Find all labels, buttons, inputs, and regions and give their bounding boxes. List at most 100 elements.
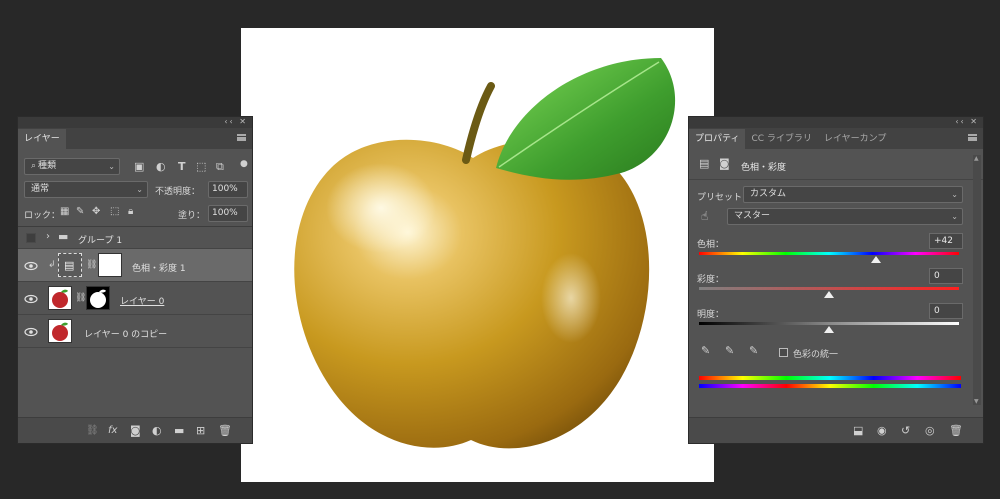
hue-label: 色相： (697, 240, 725, 250)
search-icon: ⌕ (31, 161, 37, 171)
lightness-input[interactable]: 0 (929, 303, 963, 319)
eye-icon[interactable] (24, 327, 38, 337)
trash-icon[interactable]: 🗑︎ (949, 425, 963, 437)
lightness-slider-track[interactable] (699, 322, 959, 325)
lock-move-icon[interactable]: ✥ (92, 206, 100, 218)
chevron-down-icon: ⌄ (108, 162, 115, 171)
adjustment-thumbnail[interactable]: ▤ (58, 253, 82, 277)
folder-icon: ▬ (58, 230, 69, 243)
saturation-value: 0 (934, 271, 940, 281)
lock-artboard-icon[interactable]: ⬚ (110, 206, 119, 218)
lock-transparent-icon[interactable]: ▦ (60, 206, 69, 218)
collapse-close-icons[interactable]: ‹‹ ✕ (224, 117, 248, 126)
smart-object-filter-icon[interactable]: ⧉ (216, 161, 224, 173)
eye-icon[interactable] (24, 261, 38, 271)
trash-icon[interactable]: 🗑︎ (218, 425, 232, 437)
properties-footer: ⬓ ◉ ↺ ◎ 🗑︎ (689, 417, 983, 443)
image-filter-icon[interactable]: ▣ (134, 161, 144, 173)
new-layer-icon[interactable]: ⊞ (196, 425, 205, 437)
filter-kind-select[interactable]: ⌕ 種類 ⌄ (24, 158, 120, 175)
properties-scrollbar[interactable]: ▲ ▼ (973, 155, 981, 405)
lock-all-icon[interactable]: 🔒︎ (128, 206, 133, 218)
colorize-label: 色彩の統一 (793, 350, 839, 360)
chevron-down-icon: ⌄ (951, 212, 958, 221)
properties-panel: ‹‹ ✕ プロパティ CC ライブラリ レイヤーカンプ ▤ ◙ 色相・彩度 プリ… (688, 116, 984, 444)
scroll-down-icon[interactable]: ▼ (974, 398, 979, 405)
colorize-checkbox[interactable] (779, 348, 788, 357)
hue-value: +42 (934, 236, 953, 246)
adjustment-filter-icon[interactable]: ◐ (156, 161, 166, 173)
mask-thumbnail[interactable] (86, 286, 110, 310)
type-filter-icon[interactable]: T (178, 161, 186, 173)
layers-tabbar: レイヤー (18, 128, 252, 149)
shape-filter-icon[interactable]: ⬚ (196, 161, 206, 173)
eyedropper-plus-icon[interactable]: ✎ (725, 345, 734, 357)
link-icon[interactable]: ⛓︎ (86, 259, 97, 271)
mask-icon[interactable]: ◙ (719, 158, 730, 170)
layer-name: レイヤー 0 のコピー (84, 330, 168, 340)
panel-menu-icon[interactable] (968, 134, 977, 141)
preset-select[interactable]: カスタム ⌄ (743, 186, 963, 203)
add-mask-icon[interactable]: ◙ (130, 425, 141, 437)
reset-icon[interactable]: ↺ (901, 425, 910, 437)
hue-slider-handle[interactable] (870, 256, 881, 263)
blend-mode-select[interactable]: 通常 ⌄ (24, 181, 148, 198)
apple-thumbnail[interactable] (48, 286, 72, 310)
adjustment-icon: ▤ (699, 157, 710, 170)
clip-arrow-icon: ↲ (48, 260, 56, 270)
toggle-visibility-icon[interactable]: ◎ (925, 425, 935, 437)
panel-menu-icon[interactable] (237, 134, 246, 141)
chevron-right-icon[interactable]: › (46, 231, 50, 243)
tab-layer-comps[interactable]: レイヤーカンプ (818, 129, 892, 149)
filter-kind-value: 種類 (38, 161, 57, 171)
layer-row-layer-0-copy[interactable]: レイヤー 0 のコピー (18, 315, 252, 348)
scroll-up-icon[interactable]: ▲ (974, 155, 979, 162)
targeted-adjustment-hand-icon[interactable]: ☝︎ (701, 210, 708, 222)
chevron-down-icon: ⌄ (951, 190, 958, 199)
opacity-input[interactable]: 100% (208, 181, 248, 198)
visibility-slot[interactable] (26, 233, 36, 243)
saturation-input[interactable]: 0 (929, 268, 963, 284)
eye-icon[interactable] (24, 294, 38, 304)
new-group-icon[interactable]: ▬ (174, 425, 184, 437)
layer-row-layer-0[interactable]: ⛓︎ レイヤー 0 (18, 282, 252, 315)
eyedropper-icon[interactable]: ✎ (701, 345, 710, 357)
layer-name: グループ 1 (78, 236, 123, 246)
saturation-slider-handle[interactable] (824, 291, 834, 298)
fill-input[interactable]: 100% (208, 205, 248, 222)
tab-properties[interactable]: プロパティ (689, 129, 746, 149)
collapse-close-icons[interactable]: ‹‹ ✕ (955, 117, 979, 126)
layer-row-group[interactable]: › ▬ グループ 1 (18, 227, 252, 249)
link-icon[interactable]: ⛓︎ (75, 292, 86, 304)
saturation-slider-track[interactable] (699, 287, 959, 290)
filter-toggle-icon[interactable]: ● (240, 158, 248, 170)
link-layers-icon[interactable]: ⛓︎ (86, 425, 99, 437)
blend-mode-value: 通常 (31, 184, 50, 194)
new-adjustment-icon[interactable]: ◐ (152, 425, 162, 437)
eyedropper-minus-icon[interactable]: ✎ (749, 345, 758, 357)
clip-to-layer-icon[interactable]: ⬓ (853, 425, 863, 437)
hue-input[interactable]: +42 (929, 233, 963, 249)
view-previous-state-icon[interactable]: ◉ (877, 425, 887, 437)
fx-icon[interactable]: fx (108, 425, 117, 437)
input-color-bar (699, 376, 961, 380)
preset-value: カスタム (750, 189, 787, 199)
output-color-bar (699, 384, 961, 388)
fill-label: 塗り： (178, 211, 206, 221)
lock-paint-icon[interactable]: ✎ (76, 206, 84, 218)
apple-thumbnail[interactable] (48, 319, 72, 343)
channel-select[interactable]: マスター ⌄ (727, 208, 963, 225)
hue-slider-track[interactable] (699, 252, 959, 255)
panel-topbar: ‹‹ ✕ (18, 117, 252, 128)
opacity-label: 不透明度： (155, 187, 201, 197)
mask-thumbnail[interactable] (98, 253, 122, 277)
lightness-slider-handle[interactable] (824, 326, 834, 333)
layer-row-hue-saturation[interactable]: ↲ ▤ ⛓︎ 色相・彩度 1 (18, 249, 252, 282)
panel-topbar: ‹‹ ✕ (689, 117, 983, 128)
document-canvas[interactable] (241, 28, 714, 482)
opacity-value: 100% (212, 184, 238, 194)
layer-name: 色相・彩度 1 (132, 264, 186, 274)
tab-cc-libraries[interactable]: CC ライブラリ (745, 129, 817, 149)
layers-panel: ‹‹ ✕ レイヤー ⌕ 種類 ⌄ ▣ ◐ T ⬚ ⧉ ● 通常 ⌄ 不透明度： 100… (17, 116, 253, 444)
tab-layers[interactable]: レイヤー (18, 129, 66, 149)
